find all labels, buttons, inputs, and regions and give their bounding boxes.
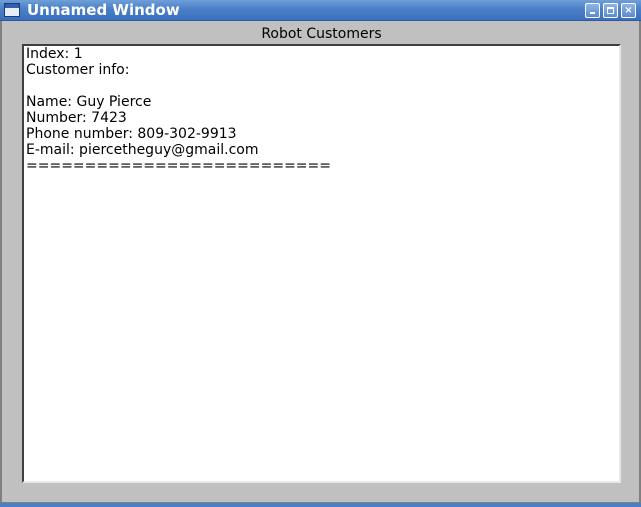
minimize-button[interactable]: [585, 3, 600, 18]
close-button[interactable]: ×: [621, 3, 636, 18]
text-line-number: Number: 7423: [26, 110, 127, 126]
window-title: Unnamed Window: [27, 1, 180, 19]
title-bar[interactable]: Unnamed Window ×: [0, 0, 641, 21]
window-frame-bottom: [0, 502, 641, 507]
app-window: Unnamed Window × Robot Customers Index: …: [0, 0, 641, 507]
text-line-name: Name: Guy Pierce: [26, 94, 152, 110]
text-line-blank: [26, 78, 619, 94]
window-frame-left: [0, 21, 2, 507]
text-line-index: Index: 1: [26, 46, 83, 62]
text-line-phone: Phone number: 809-302-9913: [26, 126, 237, 142]
panel-title: Robot Customers: [261, 26, 382, 42]
window-icon[interactable]: [4, 3, 20, 17]
text-line-separator: ==========================: [26, 158, 331, 174]
customer-info-text-area[interactable]: Index: 1 Customer info: Name: Guy Pierce…: [22, 44, 621, 483]
maximize-button[interactable]: [603, 3, 618, 18]
text-line-customer-info: Customer info:: [26, 62, 130, 78]
text-line-email: E-mail: piercetheguy@gmail.com: [26, 142, 259, 158]
